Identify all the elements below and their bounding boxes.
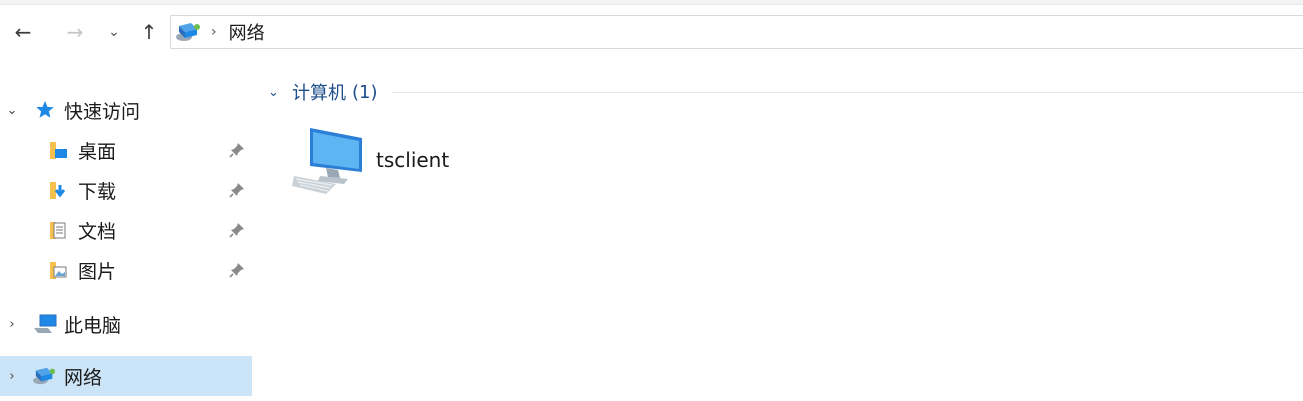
sidebar-item-this-pc[interactable]: › 此电脑 [0, 304, 252, 344]
sidebar-item-label: 图片 [78, 260, 117, 283]
sidebar-item-label: 此电脑 [64, 314, 122, 337]
pin-icon[interactable] [228, 181, 246, 199]
sidebar-item-label: 快速访问 [64, 100, 141, 123]
chevron-right-icon[interactable]: › [4, 369, 20, 384]
content-pane: ⌄ 计算机 (1) tsclient [256, 70, 1303, 401]
documents-folder-icon [46, 218, 72, 242]
recent-locations-button[interactable]: ⌄ [104, 12, 124, 52]
arrow-right-icon: → [66, 20, 84, 44]
chevron-down-icon: ⌄ [108, 24, 120, 40]
computer-icon [32, 312, 58, 336]
breadcrumb-separator-icon: › [211, 24, 217, 40]
sidebar-item-quick-access[interactable]: ⌄ 快速访问 [0, 90, 252, 130]
arrow-left-icon: ← [14, 20, 32, 44]
network-computer-item[interactable]: tsclient [292, 122, 532, 198]
sidebar-item-downloads[interactable]: 下载 [0, 170, 252, 210]
sidebar-item-network[interactable]: › 网络 [0, 356, 252, 396]
breadcrumb-network[interactable]: 网络 [229, 19, 265, 45]
group-count: (1) [352, 81, 378, 103]
chevron-right-icon[interactable]: › [4, 317, 20, 332]
chevron-down-icon[interactable]: ⌄ [4, 103, 20, 118]
desktop-folder-icon [46, 138, 72, 162]
sidebar-item-label: 下载 [78, 180, 117, 203]
group-header-computers[interactable]: ⌄ 计算机 (1) [268, 80, 1303, 104]
sidebar-item-pictures[interactable]: 图片 [0, 250, 252, 290]
group-divider [391, 91, 1303, 93]
sidebar-item-label: 网络 [64, 366, 103, 389]
pictures-folder-icon [46, 258, 72, 282]
pin-icon[interactable] [228, 221, 246, 239]
chevron-down-icon[interactable]: ⌄ [268, 85, 286, 100]
network-icon [175, 20, 203, 44]
computer-name: tsclient [376, 148, 450, 172]
star-icon [32, 98, 58, 122]
arrow-up-icon: ↑ [140, 20, 158, 44]
group-title: 计算机 [292, 83, 346, 104]
sidebar-item-label: 桌面 [78, 140, 117, 163]
navigation-pane: ⌄ 快速访问 桌面 下载 文档 图片 › 此电脑 › 网络 [0, 70, 256, 401]
up-button[interactable]: ↑ [134, 12, 164, 52]
back-button[interactable]: ← [8, 12, 38, 52]
sidebar-item-documents[interactable]: 文档 [0, 210, 252, 250]
forward-button[interactable]: → [60, 12, 90, 52]
downloads-folder-icon [46, 178, 72, 202]
window-top-strip [0, 0, 1303, 5]
desktop-computer-icon [292, 122, 366, 198]
navigation-bar: ← → ⌄ ↑ › 网络 [0, 12, 1303, 52]
sidebar-item-desktop[interactable]: 桌面 [0, 130, 252, 170]
pin-icon[interactable] [228, 261, 246, 279]
address-bar[interactable]: › 网络 [170, 15, 1303, 49]
sidebar-item-label: 文档 [78, 220, 117, 243]
pin-icon[interactable] [228, 141, 246, 159]
network-icon [32, 364, 58, 388]
